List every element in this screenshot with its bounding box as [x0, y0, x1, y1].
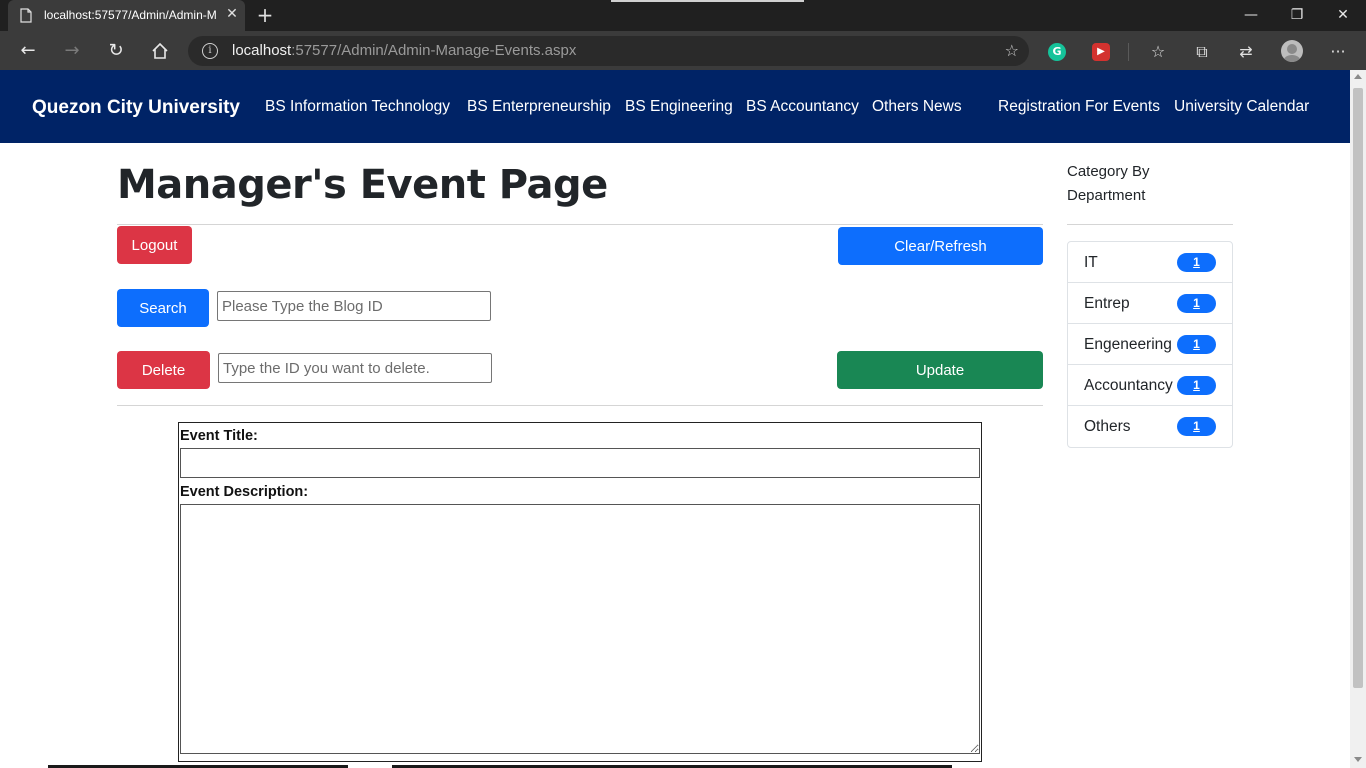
nav-link-others-news[interactable]: Others News [872, 98, 962, 116]
tab-title: localhost:57577/Admin/Admin-Manage-Event… [44, 8, 216, 22]
sidebar-divider [1067, 224, 1233, 225]
refresh-icon[interactable]: ↻ [104, 39, 128, 63]
titlebar-highlight [611, 0, 804, 2]
delete-button[interactable]: Delete [117, 351, 210, 389]
search-input[interactable] [217, 291, 491, 321]
nav-link-entrepreneurship[interactable]: BS Enterpreneurship [467, 98, 611, 116]
category-item-entrep[interactable]: Entrep 1 [1068, 283, 1232, 324]
more-icon[interactable]: ··· [1327, 41, 1349, 63]
restore-icon[interactable]: ❐ [1274, 0, 1320, 31]
category-item-it[interactable]: IT 1 [1068, 242, 1232, 283]
page-icon [20, 8, 32, 23]
nav-link-calendar[interactable]: University Calendar [1174, 98, 1309, 116]
nav-link-registration[interactable]: Registration For Events [998, 98, 1160, 116]
delete-id-input[interactable] [218, 353, 492, 383]
profile-icon[interactable] [1281, 40, 1303, 62]
category-label: Accountancy [1084, 377, 1173, 394]
url-text[interactable]: localhost:57577/Admin/Admin-Manage-Event… [232, 42, 576, 59]
event-title-label: Event Title: [180, 428, 258, 444]
event-form: Event Title: Event Description: [178, 422, 982, 762]
logout-button[interactable]: Logout [117, 226, 192, 264]
category-count-badge[interactable]: 1 [1177, 376, 1216, 395]
clear-refresh-button[interactable]: Clear/Refresh [838, 227, 1043, 265]
category-item-others[interactable]: Others 1 [1068, 406, 1232, 447]
address-bar[interactable]: i localhost:57577/Admin/Admin-Manage-Eve… [188, 36, 1029, 66]
category-label: IT [1084, 254, 1098, 271]
scroll-thumb[interactable] [1353, 88, 1363, 688]
category-label: Others [1084, 418, 1131, 435]
page-viewport: Quezon City University BS Information Te… [0, 70, 1350, 768]
category-count-badge[interactable]: 1 [1177, 253, 1216, 272]
extension-icon[interactable]: ▶ [1092, 43, 1110, 61]
window-close-icon[interactable]: ✕ [1320, 0, 1366, 31]
back-icon[interactable]: ← [16, 39, 40, 63]
scroll-up-icon[interactable] [1354, 74, 1362, 79]
browser-tab[interactable]: localhost:57577/Admin/Admin-Manage-Event… [8, 0, 245, 31]
home-icon[interactable] [148, 39, 172, 63]
category-item-accountancy[interactable]: Accountancy 1 [1068, 365, 1232, 406]
share-icon[interactable]: ⇄ [1235, 41, 1257, 63]
category-heading: Category By Department [1067, 163, 1150, 204]
category-item-engeneering[interactable]: Engeneering 1 [1068, 324, 1232, 365]
event-description-textarea[interactable] [180, 504, 980, 754]
browser-titlebar: localhost:57577/Admin/Admin-Manage-Event… [0, 0, 1366, 31]
site-brand[interactable]: Quezon City University [32, 97, 240, 119]
search-button[interactable]: Search [117, 289, 209, 327]
category-label: Engeneering [1084, 336, 1172, 353]
category-count-badge[interactable]: 1 [1177, 294, 1216, 313]
minimize-icon[interactable]: — [1228, 0, 1274, 31]
nav-link-accountancy[interactable]: BS Accountancy [746, 98, 859, 116]
tab-close-icon[interactable]: ✕ [224, 6, 240, 22]
grammarly-icon[interactable]: G [1048, 43, 1066, 61]
site-navbar: Quezon City University BS Information Te… [0, 70, 1350, 143]
event-title-input[interactable] [180, 448, 980, 478]
new-tab-icon[interactable]: + [255, 4, 275, 26]
toolbar-separator [1128, 43, 1129, 61]
forward-icon[interactable]: → [60, 39, 84, 63]
divider-bottom [117, 405, 1043, 406]
page-title: Manager's Event Page [117, 162, 608, 208]
divider-top [117, 224, 1043, 225]
scroll-down-icon[interactable] [1354, 757, 1362, 762]
info-icon[interactable]: i [202, 43, 218, 59]
page-scrollbar[interactable] [1350, 70, 1366, 768]
add-favorite-icon[interactable]: ☆ [1005, 41, 1019, 60]
event-description-label: Event Description: [180, 484, 309, 500]
browser-toolbar: ← → ↻ i localhost:57577/Admin/Admin-Mana… [0, 31, 1366, 70]
category-label: Entrep [1084, 295, 1130, 312]
nav-link-engineering[interactable]: BS Engineering [625, 98, 733, 116]
category-list: IT 1 Entrep 1 Engeneering 1 Accountancy … [1067, 241, 1233, 448]
update-button[interactable]: Update [837, 351, 1043, 389]
collections-icon[interactable]: ⧉ [1191, 41, 1213, 63]
category-count-badge[interactable]: 1 [1177, 417, 1216, 436]
category-count-badge[interactable]: 1 [1177, 335, 1216, 354]
favorites-icon[interactable]: ☆ [1147, 41, 1169, 63]
nav-link-it[interactable]: BS Information Technology [265, 98, 450, 116]
